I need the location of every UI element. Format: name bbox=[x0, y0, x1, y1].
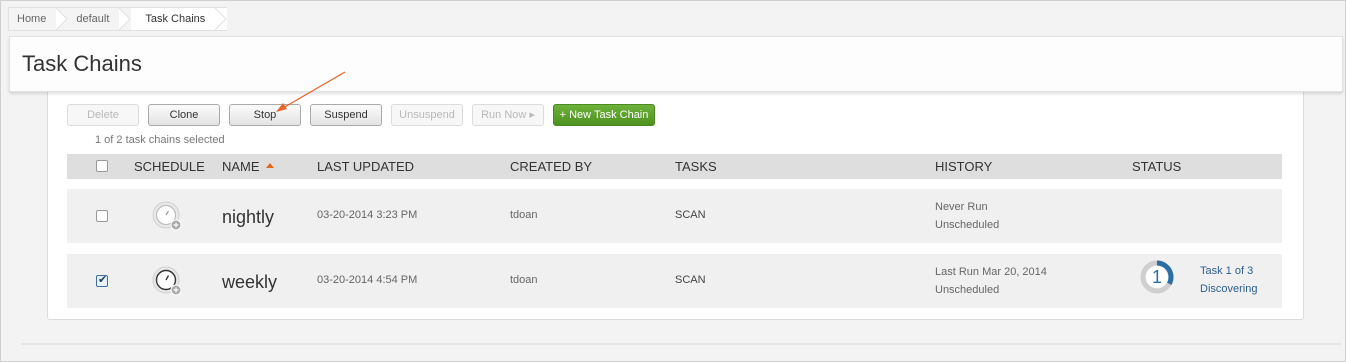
breadcrumb: Home default Task Chains bbox=[8, 7, 228, 31]
column-schedule[interactable]: SCHEDULE bbox=[134, 159, 205, 174]
row-history-status: Never Run bbox=[935, 201, 988, 213]
unsuspend-button[interactable]: Unsuspend bbox=[391, 104, 463, 126]
row-checkbox[interactable]: ✔ bbox=[96, 274, 108, 287]
column-history[interactable]: HISTORY bbox=[935, 159, 992, 174]
row-name[interactable]: nightly bbox=[222, 207, 274, 228]
progress-ring: 1 bbox=[1139, 259, 1175, 295]
page-header: Task Chains bbox=[9, 36, 1343, 92]
row-created-by: tdoan bbox=[510, 209, 538, 221]
row-name[interactable]: weekly bbox=[222, 272, 277, 293]
clone-button[interactable]: Clone bbox=[148, 104, 220, 126]
chevron-right-icon bbox=[119, 8, 132, 30]
column-name-label: NAME bbox=[222, 159, 260, 174]
suspend-button[interactable]: Suspend bbox=[310, 104, 382, 126]
page-title: Task Chains bbox=[22, 51, 142, 76]
breadcrumb-default[interactable]: default bbox=[68, 7, 132, 31]
row-last-updated: 03-20-2014 3:23 PM bbox=[317, 209, 418, 221]
row-tasks: SCAN bbox=[675, 209, 706, 221]
breadcrumb-home[interactable]: Home bbox=[8, 7, 69, 31]
row-checkbox[interactable] bbox=[96, 210, 108, 222]
column-tasks[interactable]: TASKS bbox=[675, 159, 717, 174]
breadcrumb-default-label: default bbox=[76, 13, 110, 25]
selection-count: 1 of 2 task chains selected bbox=[95, 134, 225, 146]
row-history-status: Last Run Mar 20, 2014 bbox=[935, 266, 1047, 278]
breadcrumb-home-label: Home bbox=[17, 13, 47, 25]
table-row[interactable]: ✔ weekly 03-20-2014 4:54 PM tdoan SCAN L… bbox=[67, 254, 1282, 308]
select-all-checkbox[interactable] bbox=[96, 160, 108, 172]
breadcrumb-task-chains: Task Chains bbox=[131, 7, 228, 31]
toolbar: Delete Clone Stop Suspend Unsuspend Run … bbox=[67, 104, 655, 126]
chevron-right-icon bbox=[55, 8, 69, 30]
status-task-link[interactable]: Task 1 of 3 bbox=[1200, 265, 1253, 277]
divider bbox=[21, 343, 1341, 345]
table-row[interactable]: nightly 03-20-2014 3:23 PM tdoan SCAN Ne… bbox=[67, 189, 1282, 243]
clock-icon[interactable] bbox=[152, 201, 182, 231]
sort-ascending-icon bbox=[265, 163, 274, 169]
row-history-schedule: Unscheduled bbox=[935, 219, 1000, 231]
run-now-button[interactable]: Run Now ▸ bbox=[472, 104, 544, 126]
breadcrumb-current-label: Task Chains bbox=[145, 13, 206, 25]
table-header: SCHEDULE NAME LAST UPDATED CREATED BY TA… bbox=[67, 154, 1282, 179]
row-history-schedule: Unscheduled bbox=[935, 284, 1000, 296]
stop-button[interactable]: Stop bbox=[229, 104, 301, 126]
progress-number: 1 bbox=[1151, 267, 1162, 287]
column-status[interactable]: STATUS bbox=[1132, 159, 1181, 174]
row-tasks: SCAN bbox=[675, 274, 706, 286]
new-task-chain-button[interactable]: + New Task Chain bbox=[553, 104, 655, 126]
chevron-right-icon bbox=[214, 8, 228, 30]
delete-button[interactable]: Delete bbox=[67, 104, 139, 126]
row-last-updated: 03-20-2014 4:54 PM bbox=[317, 274, 418, 286]
column-created-by[interactable]: CREATED BY bbox=[510, 159, 592, 174]
column-last-updated[interactable]: LAST UPDATED bbox=[317, 159, 414, 174]
status-phase-link[interactable]: Discovering bbox=[1200, 283, 1257, 295]
clock-icon[interactable] bbox=[152, 266, 182, 296]
checkmark-icon: ✔ bbox=[98, 274, 108, 286]
row-created-by: tdoan bbox=[510, 274, 538, 286]
column-name[interactable]: NAME bbox=[222, 159, 274, 174]
